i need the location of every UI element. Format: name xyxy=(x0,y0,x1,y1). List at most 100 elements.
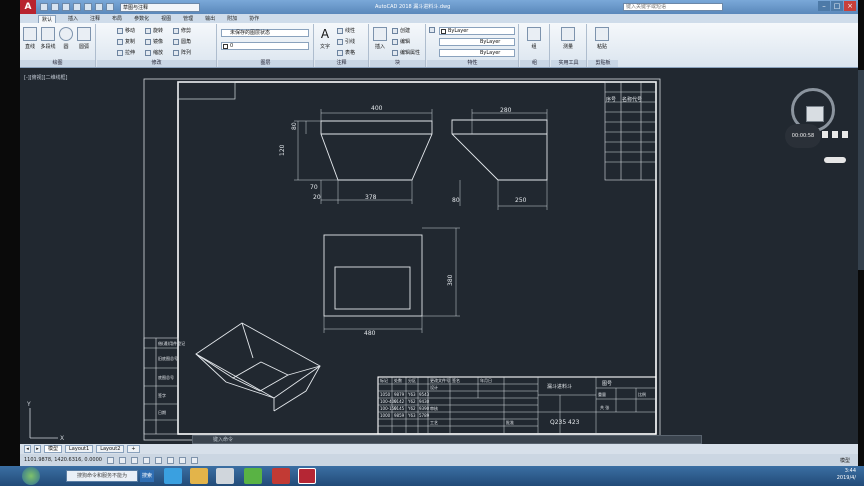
lineweight-select[interactable]: ByLayer xyxy=(439,49,515,57)
panel-draw-title[interactable]: 绘图 xyxy=(20,60,95,67)
tab-insert[interactable]: 插入 xyxy=(68,15,78,22)
mirror-button[interactable]: 镜像 xyxy=(145,38,163,45)
color-select[interactable]: ByLayer xyxy=(439,27,515,35)
array-button[interactable]: 阵列 xyxy=(173,49,191,56)
polar-toggle[interactable] xyxy=(142,456,150,464)
tab-output[interactable]: 输出 xyxy=(205,15,215,22)
chrome-icon[interactable] xyxy=(244,468,262,484)
app-menu-button[interactable]: A xyxy=(20,0,36,14)
layer-state-select[interactable]: 未保存的图层状态 xyxy=(221,29,309,37)
first-layout-button[interactable]: ◂ xyxy=(24,445,31,453)
panel-groups-title[interactable]: 组 xyxy=(520,60,549,67)
linetype-select[interactable]: ByLayer xyxy=(439,38,515,46)
row2-c2: 9142 xyxy=(394,399,405,404)
tab-annotate[interactable]: 注释 xyxy=(90,15,100,22)
taskbar-search-input[interactable]: 搜狗命令和服务不能为 xyxy=(66,470,138,482)
match-properties-button[interactable] xyxy=(429,27,435,33)
tab-model[interactable]: 模型 xyxy=(44,445,63,453)
insert-block-button[interactable]: 插入 xyxy=(372,27,388,50)
stop-icon[interactable] xyxy=(832,131,838,138)
dyn-toggle[interactable] xyxy=(178,456,186,464)
tab-view[interactable]: 视图 xyxy=(161,15,171,22)
grid-toggle[interactable] xyxy=(118,456,126,464)
maximize-button[interactable]: □ xyxy=(831,1,843,11)
text-button[interactable]: A 文字 xyxy=(317,27,333,50)
panel-modify-title[interactable]: 修改 xyxy=(97,60,216,67)
ie-icon[interactable] xyxy=(164,468,182,484)
help-search-input[interactable]: 键入关键字或短语 xyxy=(623,3,723,11)
next-layout-button[interactable]: ▸ xyxy=(34,445,41,453)
leader-button[interactable]: 引线 xyxy=(337,38,355,45)
table-button[interactable]: 表格 xyxy=(337,49,355,56)
start-button[interactable] xyxy=(22,467,40,485)
minimize-button[interactable]: – xyxy=(818,1,830,11)
edit-attribute-button[interactable]: 编辑属性 xyxy=(392,49,420,56)
group-button[interactable]: 组 xyxy=(526,27,542,50)
system-clock[interactable]: 3:44 2019/4/ xyxy=(837,468,856,482)
viewcube[interactable] xyxy=(806,106,824,122)
rotate-button[interactable]: 旋转 xyxy=(145,27,163,34)
circle-button[interactable]: 圆 xyxy=(58,27,74,50)
autocad-taskbar-icon[interactable] xyxy=(298,468,316,484)
taskbar-search-button[interactable]: 搜索 xyxy=(140,470,154,482)
media-player-icon[interactable] xyxy=(216,468,234,484)
lineweight-toggle[interactable] xyxy=(190,456,198,464)
new-icon[interactable] xyxy=(40,3,48,11)
circle-icon xyxy=(59,27,73,41)
copy-button[interactable]: 复制 xyxy=(117,38,135,45)
otrack-toggle[interactable] xyxy=(166,456,174,464)
tab-home[interactable]: 默认 xyxy=(38,14,57,23)
panel-layers-title[interactable]: 图层 xyxy=(218,60,313,67)
tab-addins[interactable]: 附加 xyxy=(227,15,237,22)
tab-collaborate[interactable]: 协作 xyxy=(249,15,259,22)
save-as-icon[interactable] xyxy=(73,3,81,11)
ortho-toggle[interactable] xyxy=(130,456,138,464)
tab-parametric[interactable]: 参数化 xyxy=(134,15,149,22)
redo-icon[interactable] xyxy=(106,3,114,11)
trim-button[interactable]: 修剪 xyxy=(173,27,191,34)
fillet-button[interactable]: 圆角 xyxy=(173,38,191,45)
scale-button[interactable]: 缩放 xyxy=(145,49,163,56)
drawing-canvas[interactable]: [-][俯视][二维线框] 400 120 80 20 378 70 280 8… xyxy=(20,68,858,444)
panel-clipboard-title[interactable]: 剪贴板 xyxy=(588,60,618,67)
recorder-app-icon[interactable] xyxy=(272,468,290,484)
arc-button[interactable]: 圆弧 xyxy=(76,27,92,50)
layer-select[interactable]: 0 xyxy=(221,42,309,50)
tab-manage[interactable]: 管理 xyxy=(183,15,193,22)
workspace-select[interactable]: 草图与注释 xyxy=(120,2,200,12)
space-mode[interactable]: 模型 xyxy=(840,457,850,464)
command-line-input[interactable]: 键入命令 xyxy=(192,435,702,444)
tab-layout2[interactable]: Layout2 xyxy=(96,445,125,453)
edit-block-button[interactable]: 编辑 xyxy=(392,38,410,45)
polyline-button[interactable]: 多段线 xyxy=(40,27,56,50)
move-button[interactable]: 移动 xyxy=(117,27,135,34)
print-icon[interactable] xyxy=(84,3,92,11)
open-icon[interactable] xyxy=(51,3,59,11)
tab-layout[interactable]: 布局 xyxy=(112,15,122,22)
snap-toggle[interactable] xyxy=(106,456,114,464)
stretch-button[interactable]: 拉伸 xyxy=(117,49,135,56)
polyline-icon xyxy=(41,27,55,41)
panel-block-title[interactable]: 块 xyxy=(370,60,425,67)
osnap-toggle[interactable] xyxy=(154,456,162,464)
vertical-scrollbar[interactable] xyxy=(858,70,864,270)
line-button[interactable]: 直线 xyxy=(22,27,38,50)
linear-dim-button[interactable]: 线性 xyxy=(337,27,355,34)
close-button[interactable]: × xyxy=(844,1,856,11)
pause-icon[interactable] xyxy=(822,131,828,138)
save-icon[interactable] xyxy=(62,3,70,11)
measure-button[interactable]: 测量 xyxy=(560,27,576,50)
paste-button[interactable]: 粘贴 xyxy=(594,27,610,50)
folder-icon[interactable] xyxy=(190,468,208,484)
undo-icon[interactable] xyxy=(95,3,103,11)
add-layout-button[interactable]: + xyxy=(127,445,140,453)
panel-annotation-title[interactable]: 注释 xyxy=(315,60,368,67)
panel-properties-title[interactable]: 特性 xyxy=(427,60,518,67)
coordinates-readout[interactable]: 1101.9878, 1420.6316, 0.0000 xyxy=(24,457,102,463)
create-block-button[interactable]: 创建 xyxy=(392,27,410,34)
side-top-dim: 280 xyxy=(500,107,512,114)
pen-icon[interactable] xyxy=(842,131,848,138)
panel-utilities-title[interactable]: 实用工具 xyxy=(551,60,586,67)
recorder-toolbar[interactable] xyxy=(824,157,846,163)
tab-layout1[interactable]: Layout1 xyxy=(65,445,94,453)
